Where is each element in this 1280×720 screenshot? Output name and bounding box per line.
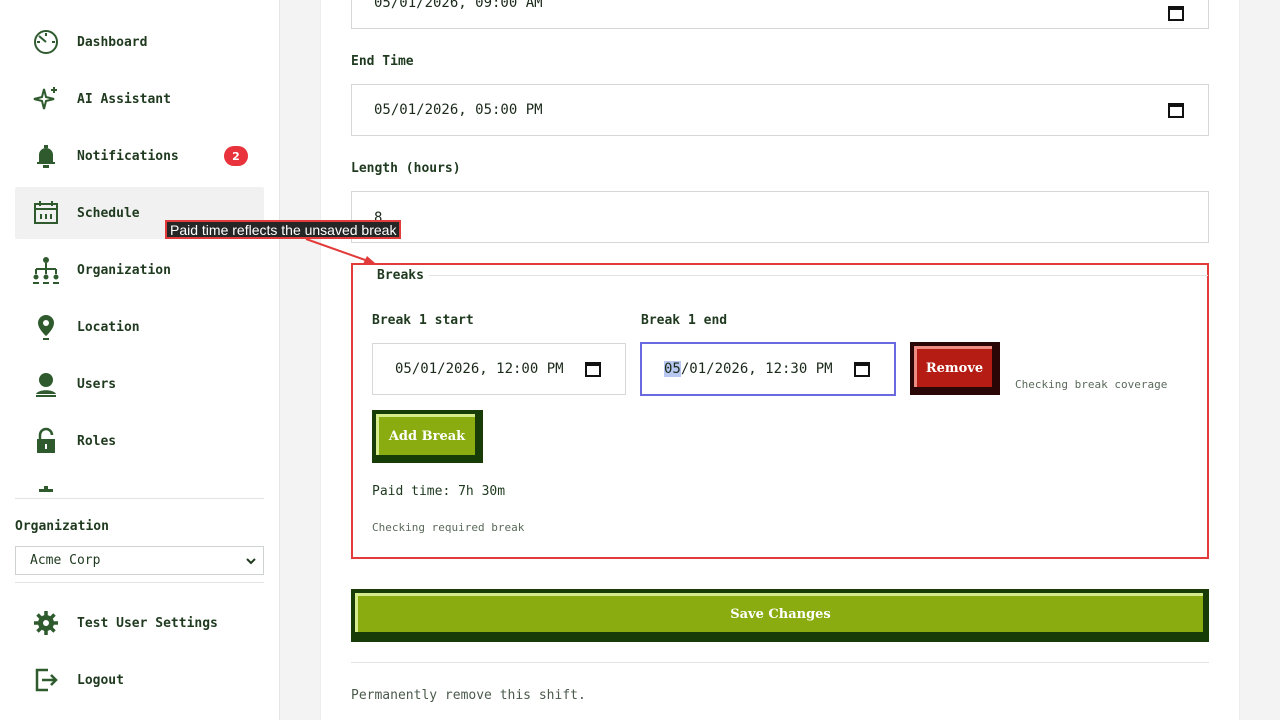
sidebar-item-label: Dashboard (77, 34, 148, 50)
calendar-icon[interactable] (1167, 4, 1185, 22)
end-time-label: End Time (351, 54, 414, 69)
break-1-end-selected-segment: 05 (664, 361, 681, 377)
break-1-start-input[interactable]: 05/01/2026, 12:00 PM (372, 343, 626, 395)
sidebar-item-dashboard[interactable]: Dashboard (15, 16, 264, 68)
gear-icon (31, 608, 61, 638)
save-changes-label: Save Changes (355, 593, 1203, 632)
end-time-input[interactable]: 05/01/2026, 05:00 PM (351, 84, 1209, 136)
sidebar-item-organization[interactable]: Organization (15, 244, 264, 296)
break-1-end-rest: /01/2026, 12:30 PM (680, 361, 833, 377)
calendar-icon (31, 198, 61, 228)
required-break-note: Checking required break (372, 521, 525, 534)
length-label: Length (hours) (351, 161, 461, 176)
break-1-end-input[interactable]: 05/01/2026, 12:30 PM (640, 342, 896, 396)
map-pin-icon (31, 312, 61, 342)
user-icon (31, 369, 61, 399)
add-break-label: Add Break (376, 414, 475, 455)
sidebar-item-location[interactable]: Location (15, 301, 264, 353)
sidebar-item-settings[interactable]: Test User Settings (15, 597, 264, 649)
start-time-value: 05/01/2026, 09:00 AM (374, 0, 543, 11)
sidebar-item-ai-assistant[interactable]: AI Assistant (15, 73, 264, 125)
calendar-icon[interactable] (1167, 101, 1185, 119)
calendar-icon[interactable] (584, 360, 602, 378)
add-break-button[interactable]: Add Break (372, 410, 483, 463)
paid-time-text: Paid time: 7h 30m (372, 484, 506, 499)
organization-label: Organization (15, 519, 109, 534)
sidebar-item-label: Users (77, 376, 117, 392)
bell-icon (31, 141, 61, 171)
sidebar-item-label: Schedule (77, 205, 140, 221)
start-time-input[interactable]: 05/01/2026, 09:00 AM (351, 0, 1209, 29)
break-1-end-value: 05/01/2026, 12:30 PM (664, 361, 833, 377)
sidebar-item-notifications[interactable]: Notifications 2 (15, 130, 264, 182)
annotation-callout: Paid time reflects the unsaved break (165, 220, 402, 239)
sidebar-item-label: AI Assistant (77, 91, 171, 107)
sparkle-icon (31, 84, 61, 114)
sidebar-divider (15, 582, 264, 583)
section-divider (351, 662, 1209, 663)
sidebar-item-roles[interactable]: Roles (15, 415, 264, 467)
breaks-legend-divider (372, 275, 1208, 276)
length-input[interactable]: 8 (351, 191, 1209, 243)
breaks-legend: Breaks (372, 268, 429, 283)
sidebar-item-label: Notifications (77, 148, 179, 164)
sidebar-item-logout[interactable]: Logout (15, 654, 264, 706)
dashboard-icon (31, 27, 61, 57)
chevron-down-icon (246, 558, 256, 565)
lock-icon (31, 426, 61, 456)
break-1-end-label: Break 1 end (641, 313, 728, 328)
calendar-icon[interactable] (853, 360, 871, 378)
partial-icon (31, 480, 61, 492)
notification-count-badge: 2 (224, 146, 248, 166)
organization-select-value: Acme Corp (30, 553, 101, 568)
org-chart-icon (31, 255, 61, 285)
sidebar: Dashboard AI Assistant Notifications 2 S… (0, 0, 280, 720)
logout-icon (31, 665, 61, 695)
remove-break-label: Remove (914, 346, 992, 387)
remove-break-button[interactable]: Remove (910, 342, 1000, 395)
delete-shift-note: Permanently remove this shift. (351, 688, 586, 703)
sidebar-divider (15, 498, 264, 499)
end-time-value: 05/01/2026, 05:00 PM (374, 102, 543, 118)
sidebar-item-users[interactable]: Users (15, 358, 264, 410)
sidebar-item-label: Organization (77, 262, 171, 278)
sidebar-item-label: Location (77, 319, 140, 335)
break-1-start-label: Break 1 start (372, 313, 474, 328)
break-1-start-value: 05/01/2026, 12:00 PM (395, 361, 564, 377)
save-changes-button[interactable]: Save Changes (351, 589, 1209, 642)
sidebar-item-label: Test User Settings (77, 615, 218, 631)
break-coverage-note: Checking break coverage (1015, 378, 1168, 391)
organization-select[interactable]: Acme Corp (15, 546, 264, 575)
sidebar-item-label: Logout (77, 672, 124, 688)
sidebar-item-label: Roles (77, 433, 117, 449)
